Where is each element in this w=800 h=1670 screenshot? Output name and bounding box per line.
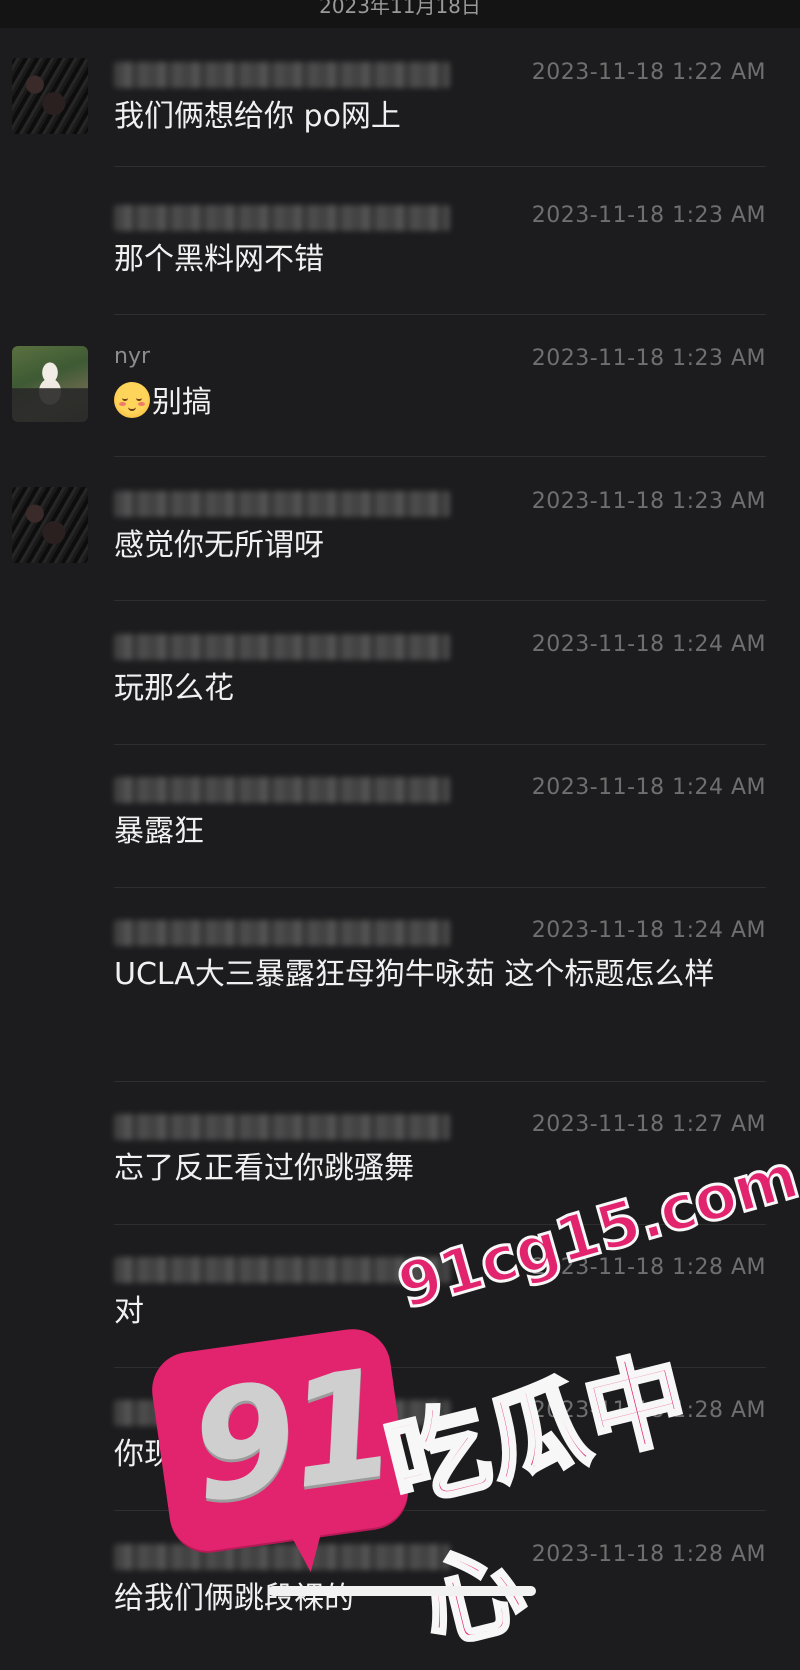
message-time: 2023-11-18 1:24 AM bbox=[531, 775, 766, 800]
message-item[interactable]: 2023-11-18 1:22 AM 我们俩想给你 po网上 bbox=[0, 58, 800, 188]
home-indicator[interactable] bbox=[268, 1586, 536, 1596]
sender-name-blurred bbox=[114, 634, 450, 660]
sender-name[interactable]: nyr bbox=[114, 344, 150, 372]
message-time: 2023-11-18 1:22 AM bbox=[531, 60, 766, 85]
divider bbox=[114, 887, 766, 888]
divider bbox=[114, 744, 766, 745]
message-text: 别搞 bbox=[114, 378, 764, 428]
divider bbox=[114, 314, 766, 315]
message-time: 2023-11-18 1:23 AM bbox=[531, 203, 766, 228]
watermark-number: 91 bbox=[180, 1337, 400, 1537]
message-text: UCLA大三暴露狂母狗牛咏茹 这个标题怎么样 bbox=[114, 957, 715, 992]
message-time: 2023-11-18 1:23 AM bbox=[531, 489, 766, 514]
message-text: 玩那么花 bbox=[114, 671, 234, 706]
message-time: 2023-11-18 1:24 AM bbox=[531, 632, 766, 657]
date-label: 2023年11月18日 bbox=[319, 0, 481, 18]
sender-name-blurred bbox=[114, 777, 450, 803]
message-text: 暴露狂 bbox=[114, 814, 204, 849]
message-time: 2023-11-18 1:27 AM bbox=[531, 1112, 766, 1137]
divider bbox=[114, 600, 766, 601]
divider bbox=[114, 166, 766, 167]
sender-name-blurred bbox=[114, 62, 450, 88]
avatar[interactable] bbox=[12, 58, 88, 134]
date-header: 2023年11月18日 bbox=[0, 0, 800, 28]
avatar[interactable] bbox=[12, 487, 88, 563]
message-text-content: 别搞 bbox=[152, 385, 212, 420]
divider bbox=[114, 1081, 766, 1082]
sender-name-blurred bbox=[114, 491, 450, 517]
watermark-logo: 91 91cg15.com 吃瓜中心 bbox=[140, 1138, 800, 1667]
message-time: 2023-11-18 1:24 AM bbox=[531, 918, 766, 943]
sender-name-blurred bbox=[114, 205, 450, 231]
sender-name-blurred bbox=[114, 1114, 450, 1140]
message-text: 我们俩想给你 po网上 bbox=[114, 99, 401, 134]
divider bbox=[114, 456, 766, 457]
message-time: 2023-11-18 1:23 AM bbox=[531, 346, 766, 371]
message-text: 那个黑料网不错 bbox=[114, 242, 324, 277]
smiling-face-emoji-icon bbox=[114, 382, 150, 418]
sender-name-blurred bbox=[114, 920, 450, 946]
message-text: 感觉你无所谓呀 bbox=[114, 528, 324, 563]
avatar[interactable] bbox=[12, 346, 88, 422]
